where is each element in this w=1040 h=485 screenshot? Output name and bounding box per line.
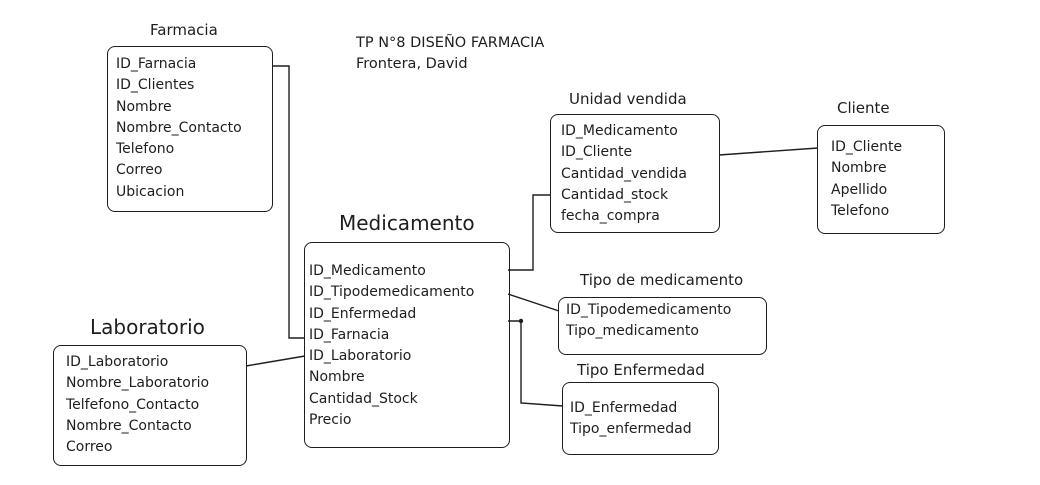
- tipo-medicamento-title: Tipo de medicamento: [580, 271, 744, 289]
- farmacia-field: Telefono: [116, 141, 175, 158]
- connector-unidad-vendida-cliente: [718, 147, 819, 156]
- medicamento-title: Medicamento: [339, 211, 475, 235]
- title-line2: Frontera, David: [356, 56, 468, 72]
- tipo-medicamento-field: ID_Tipodemedicamento: [566, 302, 732, 318]
- diagram-canvas: TP N°8 DISEÑO FARMACIA Frontera, David F…: [0, 0, 1040, 485]
- farmacia-field: Nombre_Contacto: [116, 119, 242, 136]
- farmacia-title: Farmacia: [150, 21, 218, 39]
- connector-medicamento-unidad-vendida: [508, 194, 551, 271]
- farmacia-fields: ID_Farnacia ID_Clientes Nombre Nombre_Co…: [116, 54, 242, 203]
- laboratorio-field: Nombre_Contacto: [66, 417, 192, 434]
- cliente-title: Cliente: [837, 99, 890, 117]
- medicamento-field: ID_Tipodemedicamento: [309, 284, 475, 301]
- tipo-enfermedad-title: Tipo Enfermedad: [577, 361, 705, 379]
- connector-medicamento-tipo-enfermedad: [508, 320, 564, 407]
- tipo-enfermedad-fields: ID_Enfermedad Tipo_enfermedad: [570, 398, 692, 441]
- cliente-field: Telefono: [831, 202, 890, 219]
- unidad-vendida-field: fecha_compra: [561, 208, 660, 225]
- connector-farmacia-medicamento: [272, 65, 305, 339]
- medicamento-field: ID_Enfermedad: [309, 305, 417, 322]
- farmacia-field: Nombre: [116, 98, 172, 115]
- title-line1: TP N°8 DISEÑO FARMACIA: [356, 35, 545, 51]
- cliente-field: Nombre: [831, 160, 887, 177]
- laboratorio-field: Telfefono_Contacto: [66, 396, 200, 413]
- medicamento-fields: ID_Medicamento ID_Tipodemedicamento ID_E…: [309, 261, 474, 431]
- farmacia-field: ID_Clientes: [116, 77, 195, 94]
- laboratorio-fields: ID_Laboratorio Nombre_Laboratorio Telfef…: [66, 352, 209, 458]
- laboratorio-field: ID_Laboratorio: [66, 354, 169, 370]
- tipo-medicamento-field: Tipo_medicamento: [566, 323, 699, 340]
- unidad-vendida-field: ID_Cliente: [561, 144, 633, 161]
- unidad-vendida-field: Cantidad_stock: [561, 186, 669, 203]
- cliente-field: Apellido: [831, 181, 888, 198]
- unidad-vendida-title: Unidad vendida: [569, 90, 687, 108]
- unidad-vendida-field: Cantidad_vendida: [561, 165, 687, 182]
- medicamento-field: Cantidad_Stock: [309, 390, 418, 407]
- laboratorio-title: Laboratorio: [90, 315, 205, 339]
- unidad-vendida-field: ID_Medicamento: [561, 123, 678, 139]
- connector-dot: [518, 318, 524, 324]
- laboratorio-field: Correo: [66, 439, 113, 456]
- farmacia-field: Ubicacion: [116, 183, 185, 200]
- tipo-medicamento-fields: ID_Tipodemedicamento Tipo_medicamento: [566, 300, 731, 343]
- connector-medicamento-tipo-medicamento: [507, 293, 560, 312]
- cliente-fields: ID_Cliente Nombre Apellido Telefono: [831, 137, 902, 222]
- diagram-title: TP N°8 DISEÑO FARMACIA Frontera, David: [356, 33, 544, 75]
- farmacia-field: Correo: [116, 162, 163, 179]
- medicamento-field: ID_Medicamento: [309, 263, 426, 279]
- connector-laboratorio-medicamento: [245, 355, 306, 367]
- laboratorio-field: Nombre_Laboratorio: [66, 375, 210, 392]
- medicamento-field: Nombre: [309, 369, 365, 386]
- tipo-enfermedad-field: ID_Enfermedad: [570, 400, 678, 416]
- cliente-field: ID_Cliente: [831, 139, 903, 155]
- tipo-enfermedad-field: Tipo_enfermedad: [570, 421, 692, 438]
- medicamento-field: ID_Farnacia: [309, 326, 390, 343]
- farmacia-field: ID_Farnacia: [116, 56, 197, 72]
- medicamento-field: Precio: [309, 412, 352, 429]
- medicamento-field: ID_Laboratorio: [309, 348, 412, 365]
- unidad-vendida-fields: ID_Medicamento ID_Cliente Cantidad_vendi…: [561, 121, 687, 227]
